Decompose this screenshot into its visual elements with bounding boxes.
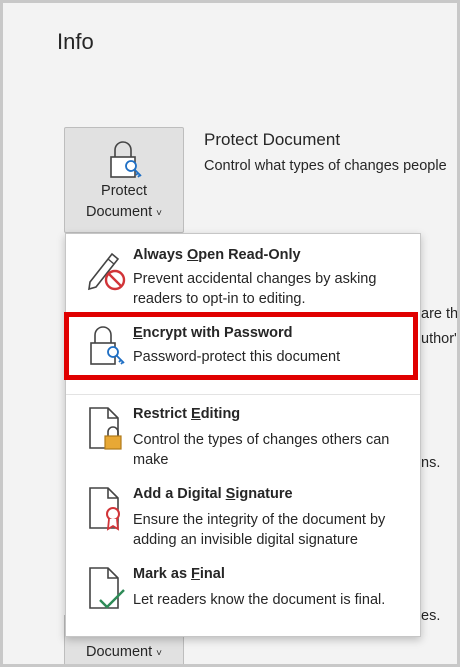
- page-title: Info: [57, 29, 94, 54]
- menu-item-title: Restrict Editing: [133, 406, 241, 422]
- menu-item-desc: Ensure the integrity of the document by …: [133, 512, 386, 548]
- menu-item-add-digital-signature[interactable]: Add a Digital Signature Ensure the integ…: [66, 476, 420, 556]
- menu-item-mark-as-final[interactable]: Mark as Final Let readers know the docum…: [66, 556, 420, 636]
- pencil-no-icon: [88, 252, 126, 291]
- protect-section-title: Protect Document: [204, 130, 341, 149]
- document-ribbon-icon: [89, 487, 120, 531]
- chevron-down-icon: ˅: [156, 208, 162, 219]
- menu-item-title: Add a Digital Signature: [133, 486, 293, 502]
- protect-document-menu: Always Open Read-Only Prevent accidental…: [64, 233, 421, 637]
- chevron-down-icon: ˅: [156, 648, 162, 659]
- menu-item-restrict-editing[interactable]: Restrict Editing Control the types of ch…: [66, 396, 420, 476]
- menu-item-desc: Prevent accidental changes by asking rea…: [133, 271, 377, 307]
- document-lock-icon: [89, 407, 122, 450]
- menu-item-always-open-read-only[interactable]: Always Open Read-Only Prevent accidental…: [66, 234, 420, 312]
- menu-item-title: Always Open Read-Only: [133, 247, 301, 263]
- menu-item-desc: Control the types of changes others can …: [133, 432, 390, 468]
- background-text-fragment: uthor's: [421, 331, 460, 347]
- background-text-fragment: es.: [421, 608, 441, 624]
- menu-separator: [66, 394, 420, 395]
- background-text-fragment: ns.: [421, 455, 441, 471]
- highlight-box: [64, 312, 418, 380]
- protect-button-label-2: Document ˅: [86, 204, 162, 220]
- backstage-panel: Info Protect Document ˅ Protect Document…: [0, 0, 460, 667]
- menu-item-desc: Let readers know the document is final.: [133, 592, 386, 608]
- protect-section-desc: Control what types of changes people: [204, 158, 447, 174]
- protect-document-button[interactable]: Protect Document ˅: [64, 127, 184, 233]
- background-text-fragment: are th: [421, 306, 459, 322]
- manage-button-label: Document ˅: [86, 644, 162, 660]
- menu-item-title: Mark as Final: [133, 566, 225, 582]
- protect-button-label-1: Protect: [101, 183, 147, 199]
- document-check-icon: [89, 567, 125, 609]
- lock-key-icon: [110, 141, 142, 178]
